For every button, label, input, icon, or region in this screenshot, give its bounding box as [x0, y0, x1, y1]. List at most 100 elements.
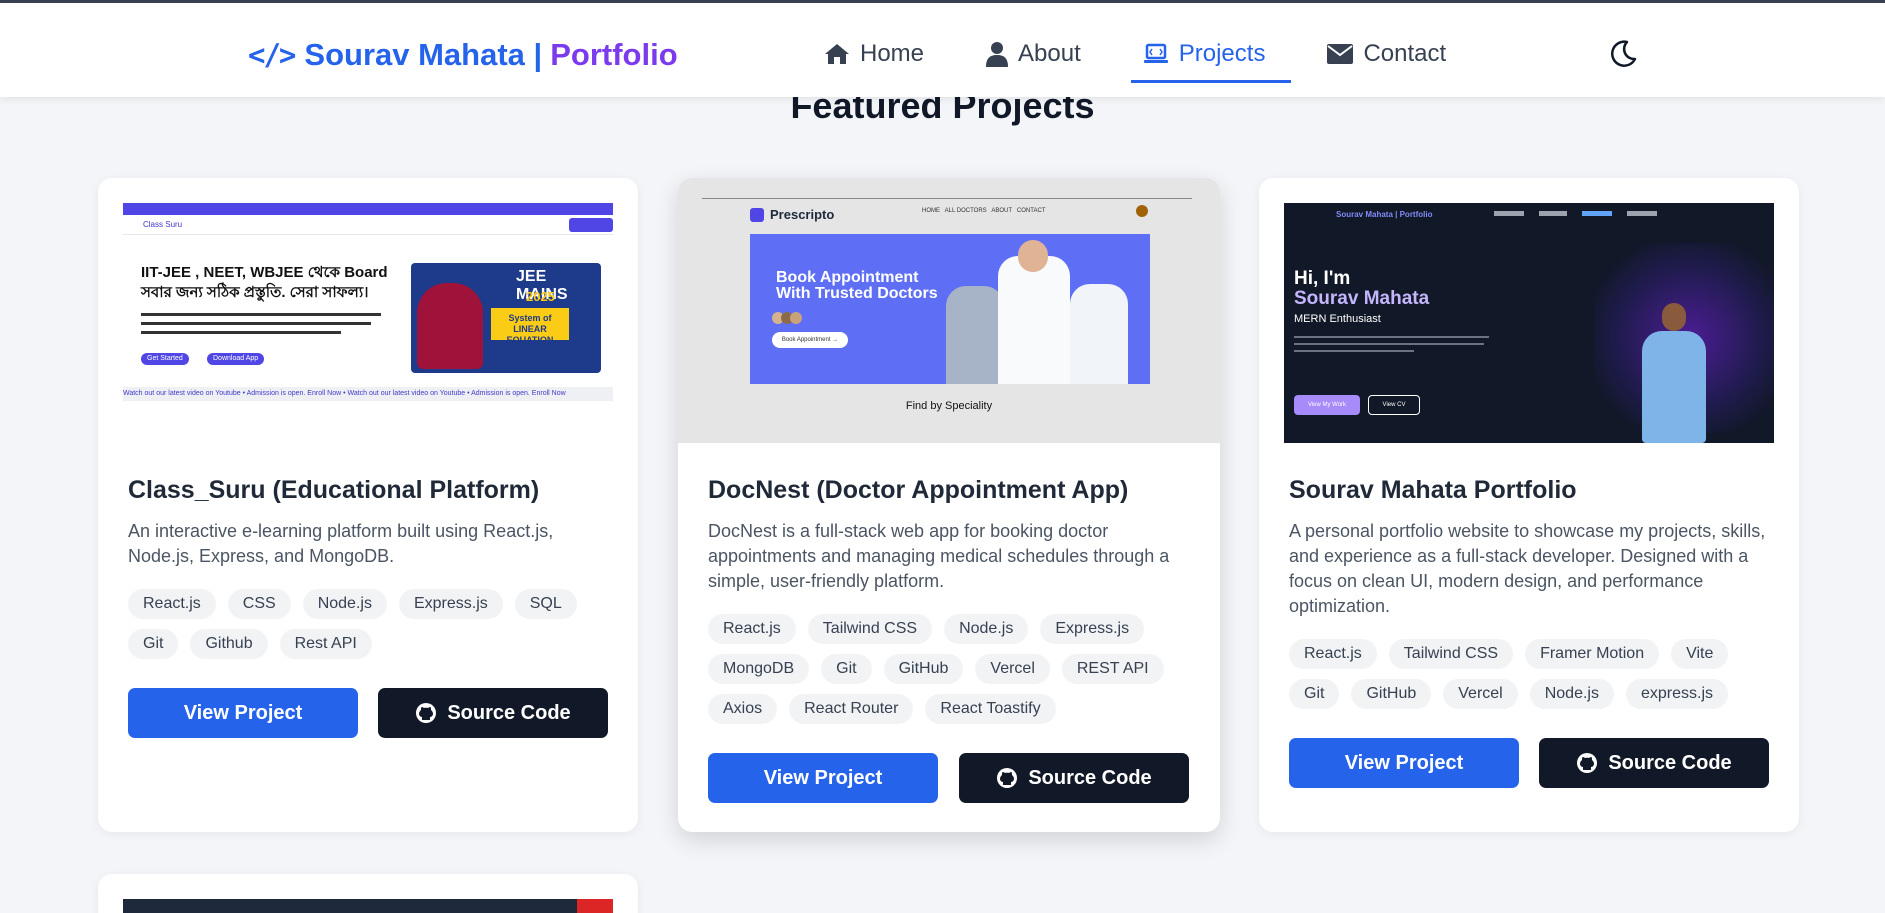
project-preview-image[interactable]: HOME ALL DOCTORS ABOUT CONTACT Prescript… [678, 178, 1220, 443]
tech-tag: React.js [708, 614, 796, 644]
tech-tag: Git [128, 629, 179, 659]
nav-label-projects: Projects [1178, 40, 1266, 67]
preview-logo: Sourav Mahata | Portfolio [1336, 210, 1433, 219]
preview-poster: JEE MAINS 2025 System of LINEAR EQUATION [411, 263, 601, 373]
project-description: An interactive e-learning platform built… [128, 521, 554, 566]
project-description: A personal portfolio website to showcase… [1289, 521, 1766, 616]
preview-doctor-1 [946, 286, 1004, 384]
tech-tag: SQL [514, 589, 577, 619]
logo-text-portfolio: Portfolio [550, 37, 678, 72]
nav-label-about: About [1018, 40, 1081, 67]
tech-tag: React.js [128, 589, 216, 619]
preview-avatar [1136, 205, 1148, 217]
project-preview-image[interactable]: Sourav Mahata | Portfolio Hi, I'm Sourav… [1284, 203, 1774, 443]
nav-label-contact: Contact [1363, 40, 1447, 67]
preview-poster-topic: System of LINEAR EQUATION [491, 308, 569, 345]
preview-person-photo [417, 283, 483, 369]
project-card-partial [98, 874, 638, 913]
user-icon [986, 42, 1009, 67]
tech-tag: React Router [789, 694, 914, 724]
home-icon [825, 44, 849, 64]
tech-tag: REST API [1061, 654, 1164, 684]
nav-label-home: Home [860, 40, 925, 67]
site-logo[interactable]: </> Sourav Mahata | Portfolio [248, 35, 678, 75]
project-title: Sourav Mahata Portfolio [1289, 476, 1577, 504]
tech-tags: React.js Tailwind CSS Framer Motion Vite… [1289, 639, 1779, 709]
tech-tag: Node.js [944, 614, 1029, 644]
preview-doctor-3 [1070, 284, 1128, 384]
view-project-button[interactable]: View Project [708, 753, 938, 803]
tech-tag: Vite [1671, 639, 1729, 669]
preview-headline: IIT-JEE , NEET, WBJEE থেকে Board সবার জন… [141, 264, 388, 301]
tech-tag: GitHub [883, 654, 964, 684]
project-card-portfolio: Sourav Mahata | Portfolio Hi, I'm Sourav… [1259, 178, 1799, 832]
preview-logo-icon [750, 208, 764, 222]
preview-topbar [123, 203, 613, 215]
preview-nav [1494, 211, 1664, 219]
tech-tag: Git [1289, 679, 1340, 709]
preview-download-button: Download App [207, 353, 265, 365]
main-nav: Home About Projects Contact [818, 31, 1502, 83]
preview-section-title: Find by Speciality [905, 400, 993, 412]
project-title: DocNest (Doctor Appointment App) [708, 476, 1129, 504]
preview-get-started-button: Get Started [141, 353, 189, 365]
theme-toggle[interactable] [1608, 39, 1638, 69]
preview-doctor-2 [998, 256, 1070, 384]
nav-item-about[interactable]: About [980, 31, 1087, 77]
tech-tag: express.js [1625, 679, 1728, 709]
preview-ticker: Watch out our latest video on Youtube • … [123, 387, 613, 401]
preview-name: Sourav Mahata [1294, 288, 1430, 309]
source-code-button[interactable]: Source Code [378, 688, 608, 738]
tech-tags: React.js CSS Node.js Express.js SQL Git … [128, 589, 618, 659]
project-description: DocNest is a full-stack web app for book… [708, 521, 1170, 591]
preview-navbar: Class Suru [123, 215, 613, 235]
project-card-docnest: HOME ALL DOCTORS ABOUT CONTACT Prescript… [678, 178, 1220, 832]
tech-tag: Git [821, 654, 872, 684]
preview-hi: Hi, I'm [1294, 268, 1351, 289]
view-project-label: View Project [183, 701, 303, 724]
preview-greeting: Hi, I'm Sourav Mahata [1294, 269, 1464, 309]
source-code-button[interactable]: Source Code [1539, 738, 1769, 788]
tech-tag: Framer Motion [1525, 639, 1660, 669]
github-icon [997, 768, 1018, 788]
github-icon [1577, 753, 1598, 773]
source-code-label: Source Code [1028, 766, 1152, 789]
preview-poster-year: 2025 [526, 289, 555, 304]
nav-item-contact[interactable]: Contact [1321, 31, 1452, 77]
view-project-label: View Project [763, 766, 883, 789]
tech-tag: CSS [227, 589, 291, 619]
tech-tag: Node.js [302, 589, 387, 619]
tech-tag: Vercel [975, 654, 1050, 684]
source-code-button[interactable]: Source Code [959, 753, 1189, 803]
preview-body-lines [141, 313, 391, 334]
view-project-label: View Project [1344, 751, 1464, 774]
preview-person-photo [1634, 303, 1714, 443]
preview-navbar [123, 899, 613, 913]
preview-hero-banner: Book Appointment With Trusted Doctors Bo… [750, 234, 1150, 384]
tech-tag: Axios [708, 694, 778, 724]
preview-avatars [772, 312, 808, 324]
nav-item-projects[interactable]: Projects [1130, 31, 1292, 83]
preview-nav-links: HOME ALL DOCTORS ABOUT CONTACT [922, 208, 1046, 214]
github-icon [416, 703, 437, 723]
moon-icon [1611, 40, 1637, 67]
tech-tag: Rest API [279, 629, 372, 659]
preview-red-button [577, 899, 613, 913]
preview-body-lines [1294, 336, 1494, 352]
tech-tag: MongoDB [708, 654, 810, 684]
preview-book-button: Book Appointment → [772, 332, 848, 348]
nav-item-home[interactable]: Home [818, 31, 930, 77]
envelope-icon [1327, 44, 1354, 64]
project-preview-image[interactable]: Class Suru IIT-JEE , NEET, WBJEE থেকে Bo… [123, 203, 613, 443]
tech-tag: Vercel [1443, 679, 1518, 709]
preview-headline: Book Appointment With Trusted Doctors [776, 269, 938, 302]
project-title: Class_Suru (Educational Platform) [128, 476, 540, 504]
tech-tag: Express.js [1040, 614, 1145, 644]
view-project-button[interactable]: View Project [1289, 738, 1519, 788]
source-code-label: Source Code [447, 701, 571, 724]
view-project-button[interactable]: View Project [128, 688, 358, 738]
preview-role: MERN Enthusiast [1294, 313, 1381, 325]
tech-tag: Tailwind CSS [1388, 639, 1514, 669]
tech-tags: React.js Tailwind CSS Node.js Express.js… [708, 614, 1198, 724]
project-preview-image[interactable] [123, 899, 613, 913]
